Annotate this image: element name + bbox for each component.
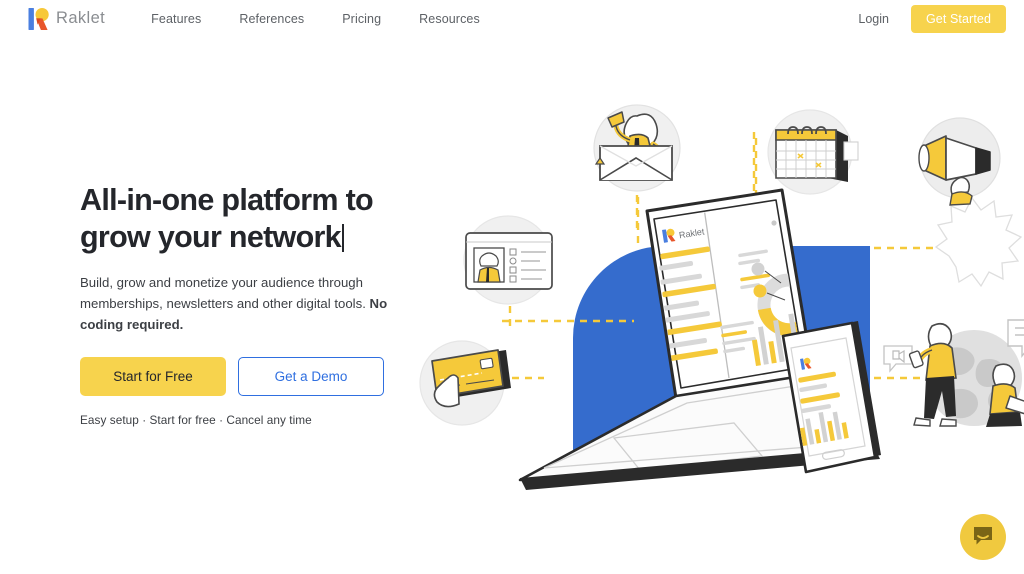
- hero-cta-row: Start for Free Get a Demo: [80, 357, 430, 396]
- nav-item-pricing[interactable]: Pricing: [342, 12, 381, 26]
- chat-launcher-button[interactable]: [960, 514, 1006, 560]
- people-globe-icon: [883, 319, 1024, 427]
- headline-line-1: All-in-one platform to: [80, 183, 374, 217]
- get-started-button[interactable]: Get Started: [910, 4, 1006, 33]
- page-title: All-in-one platform to grow your network: [80, 182, 430, 256]
- start-for-free-button[interactable]: Start for Free: [80, 357, 226, 396]
- envelope-megaphone-icon: [593, 104, 681, 192]
- hero-copy: All-in-one platform to grow your network …: [80, 182, 430, 427]
- header-actions: Login Get Started: [858, 4, 1006, 33]
- brand-logo-link[interactable]: Raklet: [28, 7, 105, 31]
- site-header: Raklet Features References Pricing Resou…: [0, 0, 1024, 37]
- raklet-r-logo-icon: [28, 7, 49, 31]
- legend-dot-gray: [751, 262, 765, 276]
- typing-caret: [341, 224, 344, 252]
- profile-card-icon: [463, 215, 553, 305]
- nav-item-resources[interactable]: Resources: [419, 12, 480, 26]
- headline-line-2: grow your network: [80, 220, 342, 254]
- hero-trust-line: Easy setup · Start for free · Cancel any…: [80, 413, 312, 427]
- get-a-demo-button[interactable]: Get a Demo: [238, 357, 384, 396]
- hero-subcopy-normal: Build, grow and monetize your audience t…: [80, 275, 370, 311]
- hero-subcopy: Build, grow and monetize your audience t…: [80, 272, 410, 335]
- credit-card-icon: [419, 340, 511, 426]
- chat-bubble-icon: [972, 525, 994, 550]
- nav-item-features[interactable]: Features: [151, 12, 201, 26]
- landing-page: Raklet Features References Pricing Resou…: [0, 0, 1024, 574]
- nav-item-references[interactable]: References: [239, 12, 304, 26]
- legend-dot-yellow: [753, 284, 767, 298]
- main-nav: Features References Pricing Resources: [151, 12, 480, 26]
- hero-illustration: Raklet: [404, 78, 1024, 498]
- calendar-icon: [767, 109, 859, 195]
- megaphone-icon: [918, 117, 1023, 288]
- login-link[interactable]: Login: [858, 12, 889, 26]
- brand-name: Raklet: [56, 9, 106, 27]
